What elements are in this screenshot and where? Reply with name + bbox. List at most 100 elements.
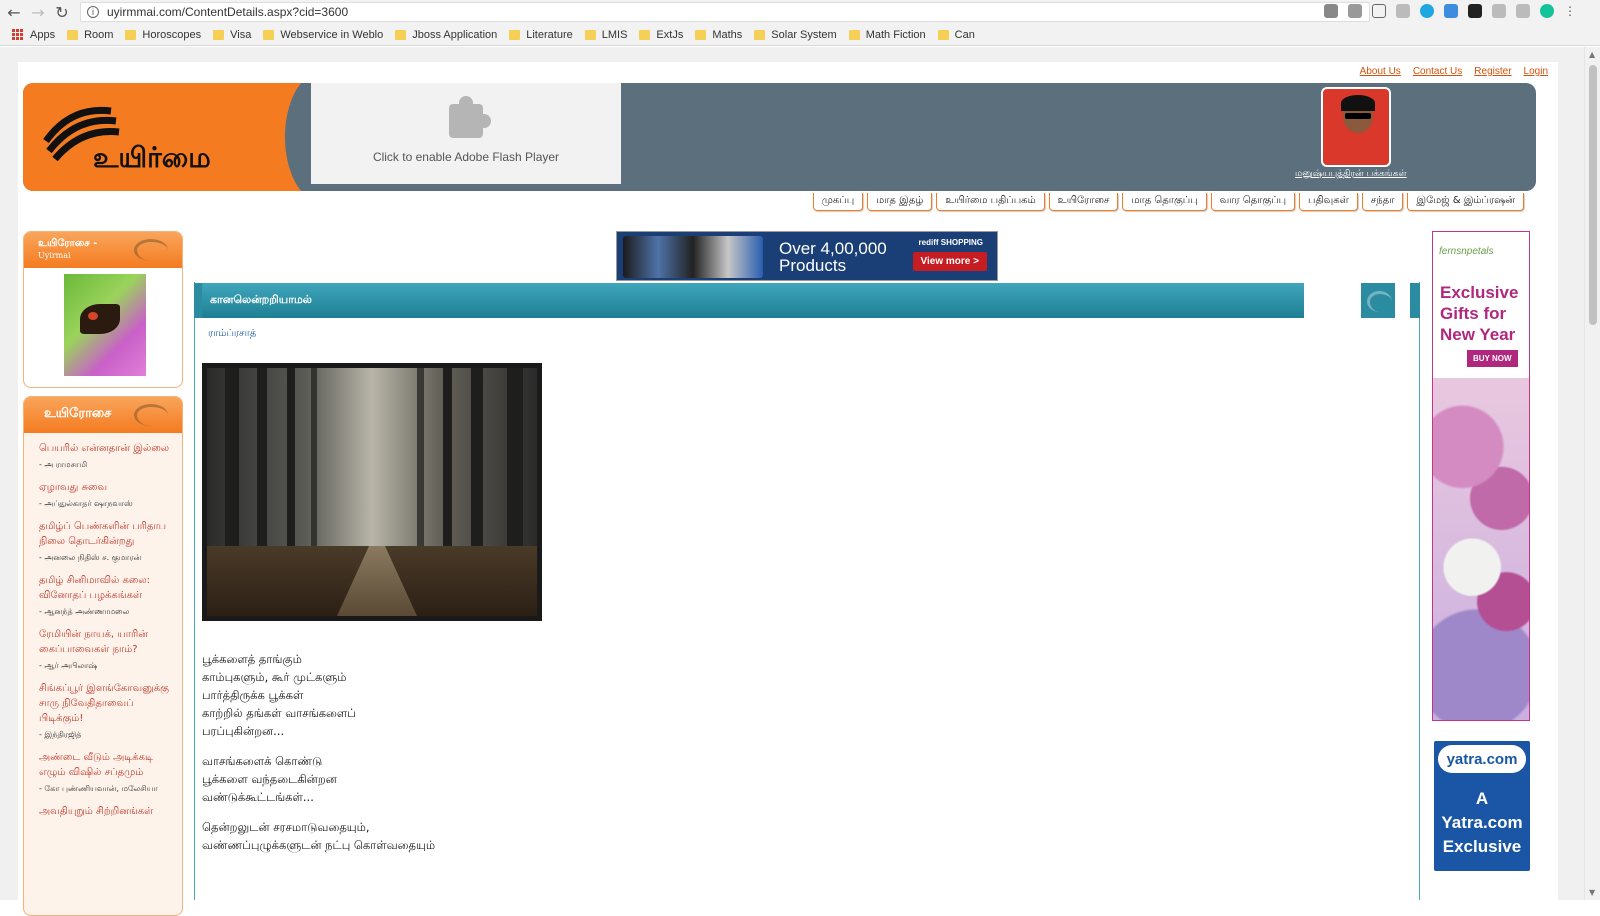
list-item: அவதியுறும் சிற்றினங்கள் [39, 804, 172, 819]
story-author: - அனலை நிதிஸ் ச. குமாரன் [39, 553, 142, 562]
author-pages-link[interactable]: மனுஷ்யபுத்திரன் பக்கங்கள் [1295, 169, 1407, 180]
extension-icon[interactable] [1396, 4, 1410, 18]
extension-icon[interactable] [1492, 4, 1506, 18]
story-title-link[interactable]: அண்டை வீடும் அடிக்கடி எழும் விஷில் சப்தம… [39, 750, 172, 780]
site-logo[interactable]: உயிர்மை [23, 83, 323, 191]
story-title-link[interactable]: தமிழ் சினிமாவில் கலை: வினோதப் பழக்கங்கள் [39, 573, 172, 603]
scroll-down-icon[interactable]: ▼ [1589, 888, 1595, 897]
list-item: பெயரில் என்னதான் இல்லை - அ ராமசாமி [39, 441, 172, 471]
story-title-link[interactable]: ஏழாவது சுவை [39, 480, 172, 495]
translate-icon[interactable] [1348, 4, 1362, 18]
ad-headline: Exclusive Gifts for New Year [1440, 283, 1519, 344]
flash-placeholder[interactable]: Click to enable Adobe Flash Player [311, 83, 621, 184]
url-text: uyirmmai.com/ContentDetails.aspx?cid=360… [107, 5, 349, 19]
bookmark-item[interactable]: Jboss Application [395, 29, 497, 41]
buy-now-button[interactable]: BUY NOW [1467, 350, 1518, 367]
tree-shape [471, 368, 483, 568]
forest-photo [202, 363, 542, 621]
bookmark-item[interactable]: Math Fiction [848, 29, 926, 41]
fernsnpetals-ad[interactable]: fernsnpetals Exclusive Gifts for New Yea… [1432, 231, 1530, 721]
folder-icon [754, 29, 766, 40]
info-icon[interactable]: i [87, 6, 99, 18]
ad-brand: rediff SHOPPING [918, 238, 983, 247]
login-link[interactable]: Login [1524, 66, 1548, 77]
scroll-up-icon[interactable]: ▲ [1589, 50, 1595, 59]
butterfly-image[interactable] [64, 274, 146, 376]
bookmark-item[interactable]: Visa [213, 29, 251, 41]
story-title-link[interactable]: சிங்கப்பூர் இளங்கோவனுக்கு சாரு நிவேதிதாவ… [39, 681, 172, 726]
back-icon[interactable]: ← [4, 2, 24, 22]
register-link[interactable]: Register [1474, 66, 1511, 77]
bookmark-item[interactable]: Maths [695, 29, 742, 41]
scrollbar-thumb[interactable] [1589, 65, 1597, 325]
article-title: கானலென்றறியாமல் [194, 283, 1304, 318]
tree-shape [257, 368, 267, 568]
devices-image [623, 236, 763, 278]
menu-subscription[interactable]: சந்தா [1361, 193, 1404, 211]
list-item: அண்டை வீடும் அடிக்கடி எழும் விஷில் சப்தம… [39, 750, 172, 795]
extension-icon[interactable] [1516, 4, 1530, 18]
extension-icon[interactable] [1444, 4, 1458, 18]
extension-icon[interactable] [1324, 4, 1338, 18]
about-us-link[interactable]: About Us [1360, 66, 1401, 77]
story-title-link[interactable]: பெயரில் என்னதான் இல்லை [39, 441, 172, 456]
contact-us-link[interactable]: Contact Us [1413, 66, 1462, 77]
menu-publications[interactable]: உயிர்மை பதிப்பகம் [936, 193, 1045, 211]
folder-icon [67, 29, 79, 40]
story-title-link[interactable]: தமிழ்ப் பெண்களின் பரிதாப நிலை தொடர்கின்ற… [39, 519, 172, 549]
panel-header: உயிரோசை - Uyirmai [24, 232, 182, 268]
bookmark-item[interactable]: Horoscopes [125, 29, 201, 41]
tree-shape [507, 368, 523, 568]
site-header: உயிர்மை Click to enable Adobe Flash Play… [23, 83, 1536, 191]
author-photo[interactable] [1321, 87, 1391, 167]
bookmark-item[interactable]: ExtJs [639, 29, 683, 41]
menu-weekly-collection[interactable]: வார தொகுப்பு [1210, 193, 1296, 211]
list-item: சிங்கப்பூர் இளங்கோவனுக்கு சாரு நிவேதிதாவ… [39, 681, 172, 741]
bookmark-item[interactable]: Webservice in Weblo [263, 29, 383, 41]
glasses-shape [1345, 113, 1371, 119]
article-author-link[interactable]: ராம்ப்ரசாத் [208, 328, 256, 340]
poem-stanza: பூக்களைத் தாங்கும் காம்புகளும், கூர் முட… [202, 652, 356, 738]
story-title-link[interactable]: அவதியுறும் சிற்றினங்கள் [39, 804, 172, 819]
skype-icon[interactable] [1420, 4, 1434, 18]
title-bar-cap [1410, 283, 1420, 318]
menu-image-impression[interactable]: இமேஜ் & இம்ப்ரஷன் [1407, 193, 1524, 211]
flash-text: Click to enable Adobe Flash Player [372, 149, 560, 164]
bookmark-item[interactable]: Literature [509, 29, 573, 41]
rediff-shopping-ad[interactable]: Over 4,00,000 Products rediff SHOPPING V… [616, 231, 998, 281]
vertical-scrollbar[interactable]: ▲ ▼ [1584, 47, 1600, 900]
tree-shape [443, 368, 452, 568]
menu-monthly-magazine[interactable]: மாத இதழ் [867, 193, 933, 211]
menu-posts[interactable]: பதிவுகள் [1299, 193, 1358, 211]
menu-home[interactable]: முகப்பு [812, 193, 864, 211]
bookmark-item[interactable]: Can [937, 29, 975, 41]
menu-uyirosai[interactable]: உயிரோசை [1048, 193, 1119, 211]
folder-icon [848, 29, 860, 40]
folder-icon [263, 29, 275, 40]
forward-icon[interactable]: → [28, 2, 48, 22]
folder-icon [639, 29, 651, 40]
grammarly-icon[interactable] [1540, 4, 1554, 18]
yatra-ad[interactable]: yatra.com A Yatra.com Exclusive [1434, 741, 1530, 871]
folder-icon [937, 29, 949, 40]
ad-headline: Over 4,00,000 Products [779, 239, 887, 275]
bookmark-item[interactable]: Solar System [754, 29, 837, 41]
hair-shape [1341, 95, 1375, 111]
story-author: - அப்துல்காதர் ஷாநவாஸ் [39, 499, 133, 508]
story-author: - ஆர் அபிலாஷ் [39, 661, 98, 670]
address-bar[interactable]: i uyirmmai.com/ContentDetails.aspx?cid=3… [80, 2, 1370, 22]
tree-shape [225, 368, 239, 568]
star-icon[interactable] [1372, 4, 1386, 18]
menu-icon[interactable]: ⋮ [1564, 4, 1578, 18]
website: About Us Contact Us Register Login உயிர்… [18, 62, 1558, 916]
swirl-icon [134, 239, 168, 261]
bookmark-item[interactable]: LMIS [584, 29, 627, 41]
story-title-link[interactable]: ரேமியின் நாயக், யாரின் கைப்பாவைகள் நாம்? [39, 627, 172, 657]
bookmark-item[interactable]: Room [67, 29, 113, 41]
folder-icon [213, 29, 225, 40]
view-more-button[interactable]: View more > [912, 252, 987, 271]
bookmark-apps[interactable]: Apps [12, 28, 55, 41]
reload-icon[interactable]: ↻ [52, 2, 72, 22]
extension-icon[interactable] [1468, 4, 1482, 18]
menu-monthly-collection[interactable]: மாத தொகுப்பு [1122, 193, 1207, 211]
